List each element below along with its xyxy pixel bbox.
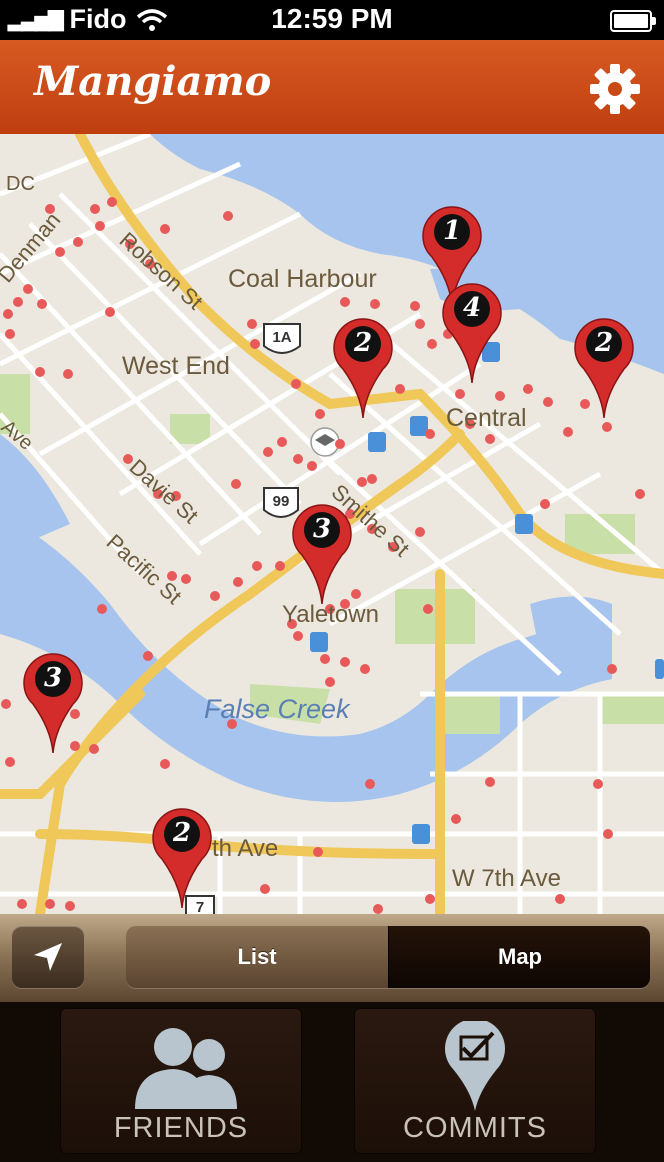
list-view-tab[interactable]: List bbox=[126, 926, 388, 988]
pin-count: 2 bbox=[353, 328, 373, 358]
map-view-tab[interactable]: Map bbox=[388, 926, 650, 988]
pin-count: 2 bbox=[594, 328, 614, 358]
pin-count: 1 bbox=[442, 216, 462, 246]
tab-commits-label: COMMITS bbox=[403, 1112, 547, 1144]
map-pin[interactable]: 2 bbox=[152, 804, 212, 912]
location-arrow-icon bbox=[34, 943, 62, 971]
pin-count: 2 bbox=[172, 818, 192, 848]
map-label-west-end: West End bbox=[122, 352, 230, 380]
map-label-central: Central bbox=[446, 404, 527, 432]
friends-icon bbox=[135, 1028, 237, 1109]
map-label-coal-harbour: Coal Harbour bbox=[228, 265, 377, 293]
pin-count: 3 bbox=[43, 663, 63, 693]
map-label-th-ave: th Ave bbox=[212, 835, 278, 862]
map-pin[interactable]: 3 bbox=[292, 500, 352, 608]
svg-text:99: 99 bbox=[273, 493, 290, 510]
status-bar: ▂▃▅▇ Fido 12:59 PM bbox=[0, 0, 664, 40]
pin-count: 4 bbox=[462, 293, 482, 323]
map-label-pacific-st: Pacific St bbox=[102, 529, 187, 609]
park-area bbox=[440, 694, 500, 734]
tab-commits[interactable]: COMMITS bbox=[354, 1008, 596, 1154]
park-area bbox=[600, 694, 664, 724]
map-label-false-creek: False Creek bbox=[204, 694, 351, 724]
map-pin[interactable]: 2 bbox=[574, 314, 634, 422]
locate-me-button[interactable] bbox=[12, 926, 84, 988]
app-header: Mangiamo bbox=[0, 40, 664, 135]
battery-icon bbox=[610, 10, 656, 32]
map-toolbar: List Map bbox=[0, 914, 664, 1002]
park-area bbox=[170, 414, 210, 444]
commit-pin-icon bbox=[445, 1021, 505, 1111]
map-pin[interactable]: 4 bbox=[442, 279, 502, 387]
highway-shield-1a: 1A bbox=[263, 323, 301, 354]
clock: 12:59 PM bbox=[271, 3, 393, 34]
map-label-w7th-ave: W 7th Ave bbox=[452, 865, 561, 892]
pin-count: 3 bbox=[312, 514, 332, 544]
view-toggle: List Map bbox=[126, 926, 650, 988]
map-pin[interactable]: 3 bbox=[23, 649, 83, 757]
gear-icon[interactable] bbox=[588, 62, 642, 116]
tab-bar: FRIENDS COMMITS bbox=[0, 1002, 664, 1162]
svg-text:1A: 1A bbox=[272, 329, 291, 346]
tab-friends-label: FRIENDS bbox=[113, 1112, 249, 1144]
map-label-dc: DC bbox=[6, 173, 35, 195]
tab-friends[interactable]: FRIENDS bbox=[60, 1008, 302, 1154]
map-pin[interactable]: 2 bbox=[333, 314, 393, 422]
map-view[interactable]: 1A 99 7 Coal Harbour West End Central Ya… bbox=[0, 134, 664, 914]
app-title: Mangiamo bbox=[34, 58, 272, 105]
